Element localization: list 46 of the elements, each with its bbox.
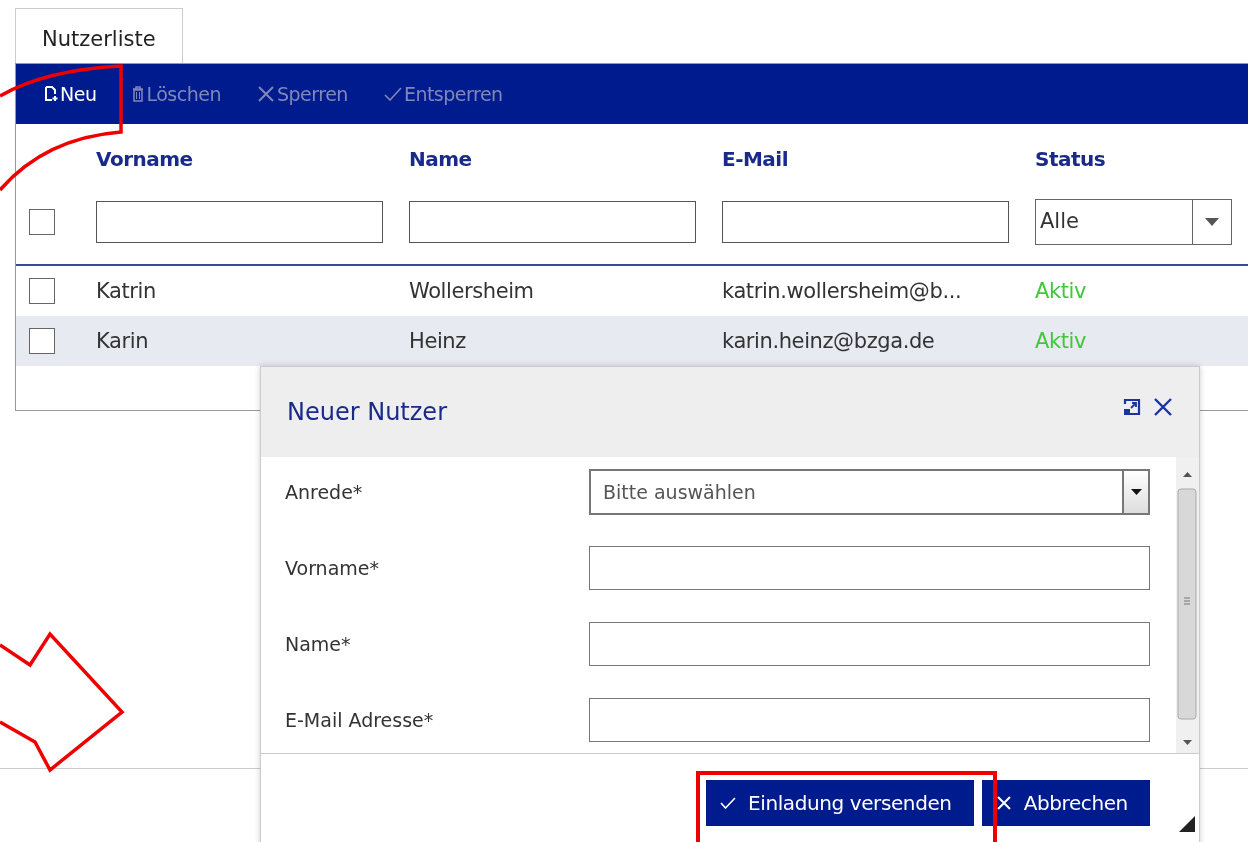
filter-field[interactable] xyxy=(96,201,383,243)
table-cell-text: Heinz xyxy=(409,329,467,353)
checkbox[interactable] xyxy=(29,209,55,235)
table-row[interactable]: Karin Heinz karin.heinz@bzga.de Aktiv xyxy=(16,316,1248,366)
dialog-title: Neuer Nutzer xyxy=(287,398,448,426)
table-cell-text: karin.heinz@bzga.de xyxy=(722,329,936,353)
close-icon xyxy=(256,85,275,103)
confirm-button[interactable]: Einladung versenden xyxy=(706,780,974,826)
field-label: E-Mail Adresse* xyxy=(285,709,435,731)
field-label: Anrede* xyxy=(285,481,364,503)
table-cell-text: Wollersheim xyxy=(409,279,535,303)
scrollbar[interactable] xyxy=(1176,457,1199,753)
dropdown-arrow-icon xyxy=(1205,218,1219,226)
check-icon xyxy=(720,797,736,809)
close-icon xyxy=(995,795,1012,811)
input-field[interactable] xyxy=(589,546,1150,590)
field-label: Vorname* xyxy=(285,557,380,579)
checkbox[interactable] xyxy=(29,328,55,354)
dropdown-arrow-icon xyxy=(1130,489,1142,495)
table-cell-text: Katrin xyxy=(96,279,157,303)
filter-field[interactable] xyxy=(409,201,696,243)
table-cell-text: Karin xyxy=(96,329,150,353)
column-header[interactable]: Name xyxy=(409,147,722,171)
input-field[interactable] xyxy=(589,622,1150,666)
column-header[interactable]: E-Mail xyxy=(722,147,1035,171)
column-header[interactable]: Status xyxy=(1035,147,1248,171)
status-text: Aktiv xyxy=(1035,329,1088,353)
check-icon xyxy=(383,87,402,101)
cancel-button[interactable]: Abbrechen xyxy=(981,780,1150,826)
table-cell-text: katrin.wollersheim@b... xyxy=(722,279,963,303)
new-button[interactable]: Neu xyxy=(38,79,103,109)
table-row[interactable]: Katrin Wollersheim katrin.wollersheim@b... Aktiv xyxy=(16,266,1248,316)
resize-grip-icon[interactable] xyxy=(1179,816,1195,832)
input-field[interactable] xyxy=(589,698,1150,742)
status-dropdown[interactable]: Alle xyxy=(1035,199,1232,245)
new-document-icon xyxy=(44,86,58,102)
trash-icon xyxy=(132,86,145,102)
salutation-dropdown[interactable]: Bitte auswählen xyxy=(589,469,1150,515)
column-header[interactable]: Vorname xyxy=(96,147,409,171)
filter-field[interactable] xyxy=(722,201,1009,243)
maximize-icon[interactable] xyxy=(1123,398,1141,416)
close-icon[interactable] xyxy=(1153,397,1173,417)
tab[interactable]: Nutzerliste xyxy=(15,8,183,63)
field-label: Name* xyxy=(285,633,352,655)
status-text: Aktiv xyxy=(1035,279,1088,303)
checkbox[interactable] xyxy=(29,278,55,304)
